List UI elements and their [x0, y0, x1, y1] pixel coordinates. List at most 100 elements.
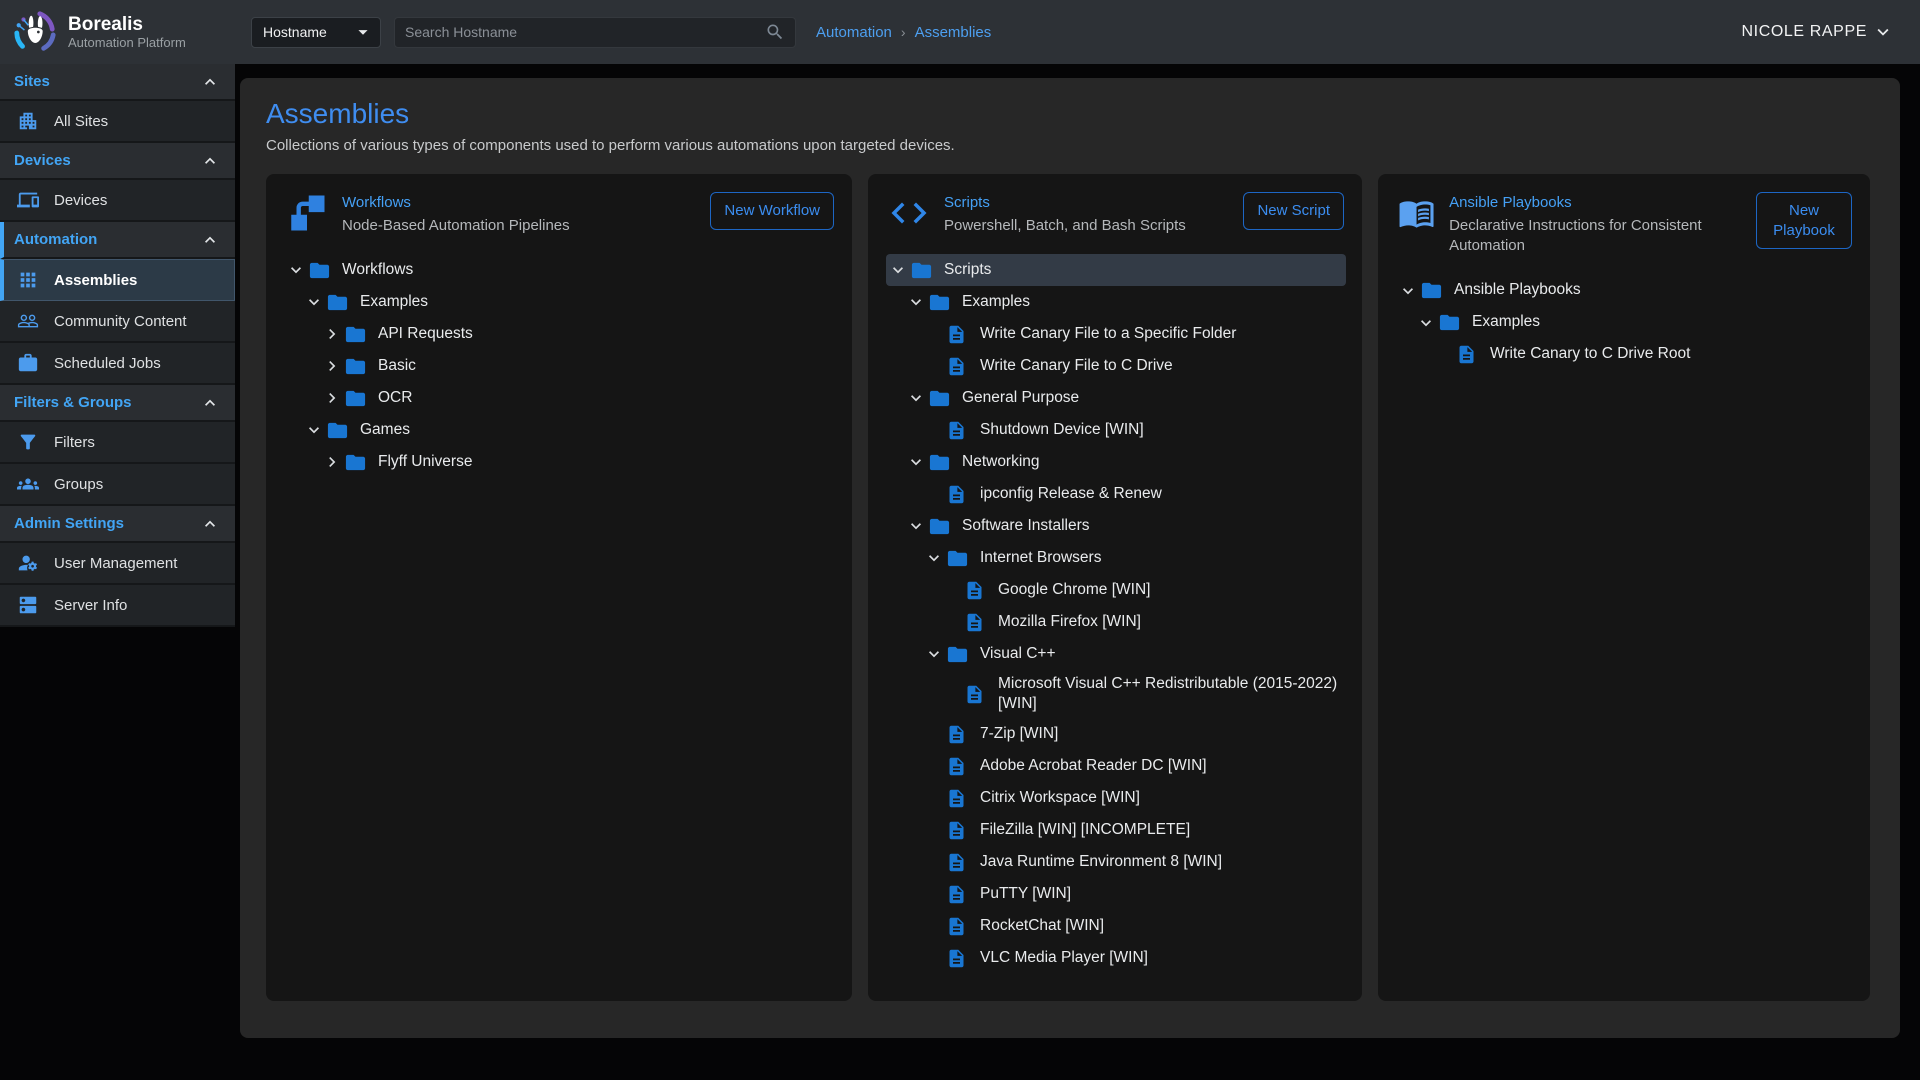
- tree-folder-workflows[interactable]: Workflows: [284, 254, 836, 286]
- chevron-right-icon[interactable]: [322, 356, 342, 376]
- sidebar-item-user-management[interactable]: User Management: [0, 543, 235, 585]
- tree-file-citrix-workspace-win[interactable]: Citrix Workspace [WIN]: [886, 783, 1346, 815]
- search-icon[interactable]: [765, 22, 785, 42]
- tree-item-label: PuTTY [WIN]: [980, 880, 1077, 908]
- tree-file-java-runtime-environment-8-win[interactable]: Java Runtime Environment 8 [WIN]: [886, 847, 1346, 879]
- tree-file-write-canary-file-to-a-specific-folder[interactable]: Write Canary File to a Specific Folder: [886, 318, 1346, 350]
- folder-icon: [344, 355, 367, 378]
- breadcrumb-assemblies[interactable]: Assemblies: [915, 24, 992, 41]
- tree-file-putty-win[interactable]: PuTTY [WIN]: [886, 879, 1346, 911]
- chevron-up-icon: [200, 151, 220, 171]
- tree-file-filezilla-win-incomplete[interactable]: FileZilla [WIN] [INCOMPLETE]: [886, 815, 1346, 847]
- tree-file-7-zip-win[interactable]: 7-Zip [WIN]: [886, 719, 1346, 751]
- file-icon: [946, 820, 967, 841]
- sidebar-item-server-info[interactable]: Server Info: [0, 585, 235, 627]
- tree-file-rocketchat-win[interactable]: RocketChat [WIN]: [886, 911, 1346, 943]
- sidebar-section-sites[interactable]: Sites: [0, 64, 235, 101]
- tree-folder-networking[interactable]: Networking: [886, 446, 1346, 478]
- sidebar-section-filters-groups[interactable]: Filters & Groups: [0, 385, 235, 422]
- chevron-right-icon[interactable]: [322, 452, 342, 472]
- tree-file-write-canary-file-to-c-drive[interactable]: Write Canary File to C Drive: [886, 350, 1346, 382]
- tree-item-label: Write Canary File to C Drive: [980, 352, 1179, 380]
- tree-file-vlc-media-player-win[interactable]: VLC Media Player [WIN]: [886, 943, 1346, 975]
- tree-folder-ocr[interactable]: OCR: [284, 382, 836, 414]
- tree-item-label: Scripts: [944, 256, 997, 284]
- sidebar-item-label: Assemblies: [54, 272, 137, 289]
- user-menu[interactable]: NICOLE RAPPE: [1742, 21, 1894, 43]
- chevron-down-icon[interactable]: [906, 452, 926, 472]
- chevron-down-icon: [1872, 21, 1894, 43]
- tree-item-label: Ansible Playbooks: [1454, 276, 1587, 304]
- sidebar-item-label: User Management: [54, 555, 177, 572]
- tree-folder-scripts[interactable]: Scripts: [886, 254, 1346, 286]
- caret-down-icon: [352, 21, 374, 43]
- tree-file-google-chrome-win[interactable]: Google Chrome [WIN]: [886, 574, 1346, 606]
- tree-folder-games[interactable]: Games: [284, 414, 836, 446]
- tree-item-label: Software Installers: [962, 512, 1096, 540]
- chevron-right-icon[interactable]: [322, 388, 342, 408]
- sidebar-item-all-sites[interactable]: All Sites: [0, 101, 235, 143]
- tree-file-ipconfig-release-renew[interactable]: ipconfig Release & Renew: [886, 478, 1346, 510]
- people-icon: [17, 310, 39, 332]
- chevron-down-icon[interactable]: [304, 292, 324, 312]
- page-title: Assemblies: [266, 98, 1874, 130]
- tree-folder-examples[interactable]: Examples: [886, 286, 1346, 318]
- tree-file-mozilla-firefox-win[interactable]: Mozilla Firefox [WIN]: [886, 606, 1346, 638]
- sidebar-item-devices[interactable]: Devices: [0, 180, 235, 222]
- tree-folder-flyff-universe[interactable]: Flyff Universe: [284, 446, 836, 478]
- chevron-down-icon[interactable]: [1416, 313, 1436, 333]
- tree-folder-software-installers[interactable]: Software Installers: [886, 510, 1346, 542]
- chevron-down-icon[interactable]: [906, 388, 926, 408]
- briefcase-icon: [17, 352, 39, 374]
- chevron-down-icon[interactable]: [1398, 281, 1418, 301]
- sidebar-item-groups[interactable]: Groups: [0, 464, 235, 506]
- new-workflow-button[interactable]: New Workflow: [710, 192, 834, 230]
- sidebar-item-label: Scheduled Jobs: [54, 355, 161, 372]
- tree: Ansible Playbooks ExamplesWrite Canary to…: [1392, 267, 1856, 381]
- hostname-select[interactable]: Hostname: [251, 17, 381, 48]
- sidebar-item-filters[interactable]: Filters: [0, 422, 235, 464]
- sidebar-section-admin-settings[interactable]: Admin Settings: [0, 506, 235, 543]
- main-panel: Assemblies Collections of various types …: [240, 78, 1900, 1038]
- tree-folder-internet-browsers[interactable]: Internet Browsers: [886, 542, 1346, 574]
- tree-file-write-canary-to-c-drive-root[interactable]: Write Canary to C Drive Root: [1396, 339, 1854, 371]
- tree-folder-general-purpose[interactable]: General Purpose: [886, 382, 1346, 414]
- tree-folder-ansible-playbooks[interactable]: Ansible Playbooks: [1396, 275, 1854, 307]
- card-ansible-playbooks: Ansible PlaybooksDeclarative Instruction…: [1378, 174, 1870, 1001]
- card-header: WorkflowsNode-Based Automation Pipelines…: [280, 190, 838, 246]
- tree-file-microsoft-visual-c-redistributable-2015-2022-win[interactable]: Microsoft Visual C++ Redistributable (20…: [886, 670, 1346, 718]
- card-title[interactable]: Workflows: [342, 194, 570, 211]
- file-icon: [946, 724, 967, 745]
- tree-item-label: Examples: [962, 288, 1036, 316]
- chevron-right-icon[interactable]: [322, 324, 342, 344]
- tree-folder-basic[interactable]: Basic: [284, 350, 836, 382]
- breadcrumb-automation[interactable]: Automation: [816, 24, 892, 41]
- card-title[interactable]: Scripts: [944, 194, 1186, 211]
- search-input[interactable]: [405, 24, 765, 40]
- new-script-button[interactable]: New Script: [1243, 192, 1344, 230]
- brand-name: Borealis: [68, 14, 186, 36]
- sidebar-item-assemblies[interactable]: Assemblies: [0, 259, 235, 301]
- sidebar-section-automation[interactable]: Automation: [0, 222, 235, 259]
- breadcrumb-separator-icon: ›: [901, 24, 906, 40]
- chevron-down-icon[interactable]: [924, 548, 944, 568]
- card-title[interactable]: Ansible Playbooks: [1449, 194, 1742, 211]
- chevron-down-icon[interactable]: [286, 260, 306, 280]
- tree-file-adobe-acrobat-reader-dc-win[interactable]: Adobe Acrobat Reader DC [WIN]: [886, 751, 1346, 783]
- chevron-down-icon[interactable]: [906, 516, 926, 536]
- tree-folder-visual-c[interactable]: Visual C++: [886, 638, 1346, 670]
- tree-folder-examples[interactable]: Examples: [1396, 307, 1854, 339]
- chevron-down-icon[interactable]: [924, 644, 944, 664]
- chevron-down-icon[interactable]: [888, 260, 908, 280]
- tree-folder-examples[interactable]: Examples: [284, 286, 836, 318]
- tree-folder-api-requests[interactable]: API Requests: [284, 318, 836, 350]
- chevron-down-icon[interactable]: [304, 420, 324, 440]
- top-header: Borealis Automation Platform Hostname Au…: [0, 0, 1920, 64]
- chevron-down-icon[interactable]: [906, 292, 926, 312]
- tree-file-shutdown-device-win[interactable]: Shutdown Device [WIN]: [886, 414, 1346, 446]
- sidebar-item-community-content[interactable]: Community Content: [0, 301, 235, 343]
- sidebar-section-devices[interactable]: Devices: [0, 143, 235, 180]
- sidebar-item-scheduled-jobs[interactable]: Scheduled Jobs: [0, 343, 235, 385]
- new-playbook-button[interactable]: New Playbook: [1756, 192, 1852, 249]
- brand-logo-area[interactable]: Borealis Automation Platform: [0, 9, 235, 55]
